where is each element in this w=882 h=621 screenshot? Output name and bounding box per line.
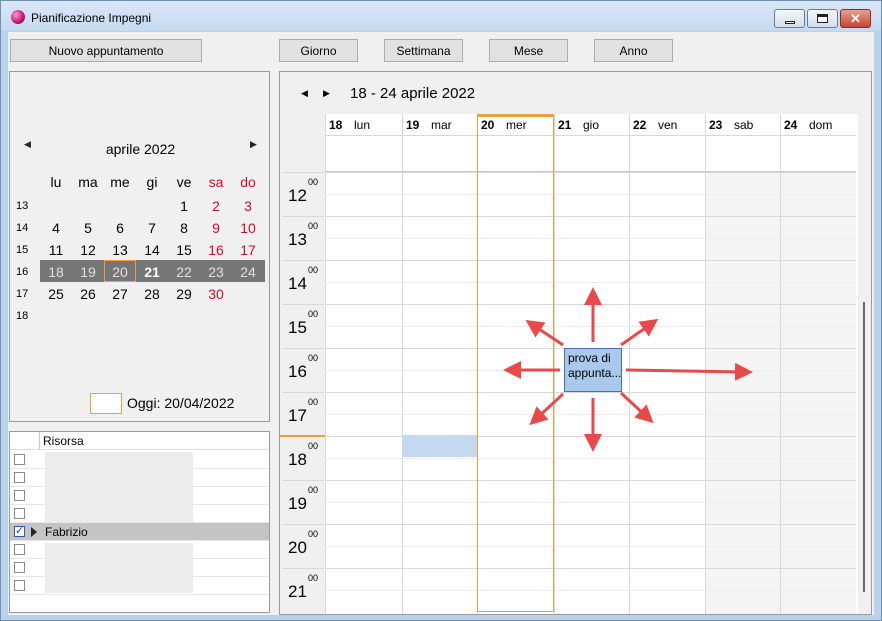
mini-calendar-title: aprile 2022 [105, 141, 176, 157]
maximize-button[interactable] [807, 9, 838, 28]
title-bar[interactable]: Pianificazione Impegni ✕ [1, 1, 881, 31]
resource-checkbox[interactable] [14, 544, 25, 555]
calendar-day[interactable]: 10 [233, 220, 263, 236]
calendar-day[interactable]: 25 [41, 286, 71, 302]
weekday-header: sa [208, 174, 224, 190]
week-view: ◀ ▶ 18 - 24 aprile 2022 18 lun 19 mar 20 mer 2… [279, 71, 872, 615]
arrow-down-right-icon [619, 391, 654, 424]
resource-name: Fabrizio [45, 525, 88, 539]
client-area: Nuovo appuntamento Giorno Settimana Mese… [8, 32, 874, 615]
week-number: 17 [16, 288, 29, 300]
weekday-header: gi [146, 174, 158, 190]
calendar-day[interactable]: 18 [41, 264, 71, 280]
resource-row[interactable]: Fabrizio [10, 523, 269, 541]
calendar-day[interactable]: 26 [73, 286, 103, 302]
week-view-button[interactable]: Settimana [384, 39, 463, 62]
week-number: 16 [16, 266, 29, 278]
weekday-header: me [110, 174, 130, 190]
resource-checkbox[interactable] [14, 524, 25, 537]
calendar-day[interactable]: 29 [169, 286, 199, 302]
week-number: 13 [16, 200, 29, 212]
calendar-day[interactable]: 24 [233, 264, 263, 280]
calendar-day[interactable]: 8 [169, 220, 199, 236]
resource-checkbox[interactable] [14, 580, 25, 591]
calendar-day[interactable]: 5 [73, 220, 103, 236]
calendar-day[interactable]: 7 [137, 220, 167, 236]
close-button[interactable]: ✕ [840, 9, 871, 28]
calendar-day[interactable]: 15 [169, 242, 199, 258]
calendar-day[interactable]: 27 [105, 286, 135, 302]
app-icon [11, 10, 25, 24]
arrow-up-left-icon [525, 320, 564, 347]
row-pointer-icon [31, 527, 37, 537]
calendar-day[interactable]: 4 [41, 220, 71, 236]
maximize-icon [817, 14, 828, 23]
year-view-button[interactable]: Anno [594, 39, 673, 62]
calendar-day[interactable]: 11 [41, 242, 71, 258]
resource-grid-header: Risorsa [10, 432, 269, 450]
window-title: Pianificazione Impegni [31, 11, 152, 25]
redacted-names [45, 543, 193, 593]
resize-arrows-overlay [503, 287, 753, 452]
week-number: 18 [16, 310, 29, 322]
close-icon: ✕ [850, 11, 861, 26]
calendar-day[interactable]: 12 [73, 242, 103, 258]
week-number: 14 [16, 222, 29, 234]
calendar-day[interactable]: 2 [201, 198, 231, 214]
calendar-day[interactable]: 14 [137, 242, 167, 258]
weekday-header: lu [50, 174, 62, 190]
resource-column-header[interactable]: Risorsa [43, 434, 84, 448]
minimize-button[interactable] [774, 9, 805, 28]
calendar-day[interactable]: 13 [105, 242, 135, 258]
arrow-down-left-icon [529, 392, 565, 426]
calendar-day[interactable]: 6 [105, 220, 135, 236]
calendar-day[interactable]: 3 [233, 198, 263, 214]
calendar-day[interactable]: 9 [201, 220, 231, 236]
minimize-icon [784, 21, 795, 24]
arrow-right-icon [625, 362, 753, 381]
calendar-day[interactable]: 21 [137, 264, 167, 280]
redacted-names [45, 452, 193, 522]
week-number: 15 [16, 244, 29, 256]
arrow-up-right-icon [620, 318, 659, 347]
calendar-day[interactable]: 20 [105, 264, 135, 280]
today-label[interactable]: Oggi: 20/04/2022 [127, 395, 234, 411]
move-arrows [503, 287, 753, 452]
calendar-day[interactable]: 23 [201, 264, 231, 280]
resource-checkbox[interactable] [14, 472, 25, 483]
calendar-day[interactable]: 17 [233, 242, 263, 258]
resource-grid: Risorsa SASFabrizio [9, 431, 270, 613]
calendar-day[interactable]: 16 [201, 242, 231, 258]
month-view-button[interactable]: Mese [489, 39, 568, 62]
app-window: Pianificazione Impegni ✕ Nuovo appuntame… [0, 0, 882, 621]
new-appointment-button[interactable]: Nuovo appuntamento [10, 39, 202, 62]
day-view-button[interactable]: Giorno [279, 39, 358, 62]
weekday-header: do [240, 174, 256, 190]
mini-calendar: ◀ aprile 2022 ▶ lu ma me gi ve sa do 13 1 2 3 14 4 5 6… [9, 71, 270, 422]
next-month-icon[interactable]: ▶ [250, 139, 257, 150]
today-swatch [90, 393, 122, 414]
weekday-header: ma [78, 174, 98, 190]
calendar-day[interactable]: 30 [201, 286, 231, 302]
calendar-day[interactable]: 19 [73, 264, 103, 280]
resource-checkbox[interactable] [14, 490, 25, 501]
calendar-day[interactable]: 22 [169, 264, 199, 280]
calendar-day[interactable]: 28 [137, 286, 167, 302]
weekday-header: ve [176, 174, 192, 190]
resource-checkbox[interactable] [14, 454, 25, 465]
resource-checkbox[interactable] [14, 562, 25, 573]
calendar-day[interactable]: 1 [169, 198, 199, 214]
resource-checkbox[interactable] [14, 508, 25, 519]
